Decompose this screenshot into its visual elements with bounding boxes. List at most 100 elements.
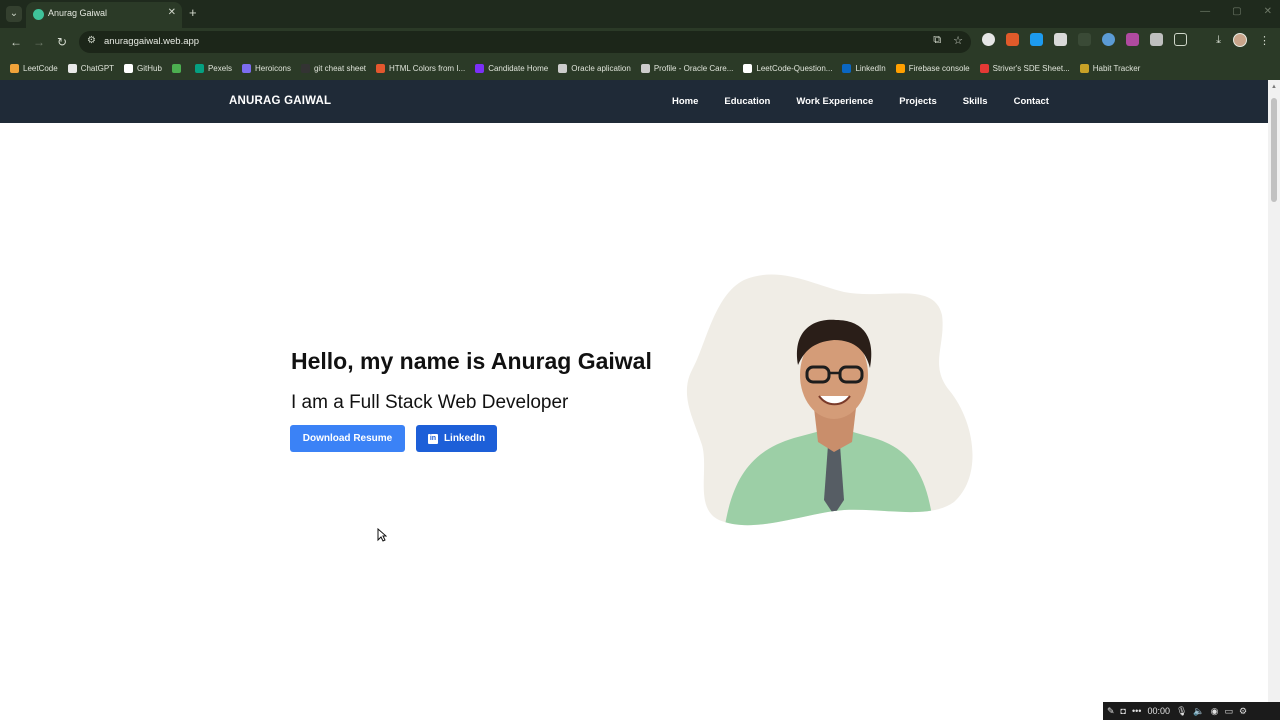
page-scrollbar[interactable]: ▲ <box>1268 80 1280 720</box>
bookmark-favicon-icon <box>376 63 386 73</box>
bookmark-label: GitHub <box>137 63 162 73</box>
settings-gear-icon[interactable]: ⚙ <box>1239 706 1247 717</box>
bookmark-item[interactable]: Pexels <box>194 63 232 73</box>
bookmark-label: LinkedIn <box>855 63 886 73</box>
bookmark-item[interactable]: Oracle aplication <box>558 63 631 73</box>
extension-1-icon[interactable] <box>982 33 995 46</box>
bookmark-item[interactable]: Striver's SDE Sheet... <box>979 63 1070 73</box>
site-info-icon[interactable]: ⚙ <box>87 35 96 46</box>
bookmark-favicon-icon <box>300 63 310 73</box>
install-app-icon[interactable]: ⧉ <box>933 34 941 47</box>
nav-skills[interactable]: Skills <box>963 96 988 107</box>
scroll-up-arrow-icon[interactable]: ▲ <box>1271 84 1277 90</box>
bookmark-item[interactable]: GitHub <box>124 63 162 73</box>
browser-chrome: ⌄ Anurag Gaiwal ✕ + — ▢ ✕ ← → ↻ ⚙ anurag… <box>0 0 1280 80</box>
bookmark-item[interactable]: Firebase console <box>895 63 970 73</box>
minimize-icon[interactable]: — <box>1200 6 1210 17</box>
bookmark-label: LeetCode-Question... <box>756 63 833 73</box>
url-text: anuraggaiwal.web.app <box>104 36 200 47</box>
bookmark-label: LeetCode <box>23 63 58 73</box>
profile-photo <box>686 274 973 526</box>
recorder-time: 00:00 <box>1147 706 1170 716</box>
bookmark-label: Profile - Oracle Care... <box>653 63 734 73</box>
hero-subtitle: I am a Full Stack Web Developer <box>291 392 569 413</box>
site-brand[interactable]: ANURAG GAIWAL <box>229 95 331 107</box>
extensions-puzzle-icon[interactable] <box>1174 33 1187 46</box>
reload-icon[interactable]: ↻ <box>57 35 67 49</box>
bookmark-favicon-icon <box>842 63 852 73</box>
extension-6-icon[interactable] <box>1102 33 1115 46</box>
download-icon[interactable]: ⤓ <box>1216 34 1221 47</box>
browser-tab-active[interactable]: Anurag Gaiwal ✕ <box>26 2 182 28</box>
bookmark-item[interactable]: Habit Tracker <box>1079 63 1140 73</box>
nav-work-experience[interactable]: Work Experience <box>796 96 873 107</box>
scrollbar-thumb[interactable] <box>1271 98 1277 202</box>
extension-5-icon[interactable] <box>1078 33 1091 46</box>
linkedin-icon: in <box>427 433 438 444</box>
maximize-icon[interactable]: ▢ <box>1232 6 1241 17</box>
speaker-icon[interactable]: 🔈 <box>1193 706 1204 717</box>
bookmark-label: HTML Colors from I... <box>389 63 466 73</box>
bookmark-item[interactable]: Heroicons <box>241 63 291 73</box>
bookmark-favicon-icon <box>558 63 568 73</box>
extension-3-icon[interactable] <box>1030 33 1043 46</box>
bookmark-item[interactable]: LeetCode-Question... <box>743 63 833 73</box>
bookmarks-bar: LeetCode ChatGPT GitHub Pexels Heroicons git … <box>0 57 1280 79</box>
bookmark-label: Striver's SDE Sheet... <box>992 63 1070 73</box>
back-icon[interactable]: ← <box>10 35 22 49</box>
new-tab-button[interactable]: + <box>189 6 197 20</box>
browser-right-tools: ⤓ ⋮ <box>1216 33 1270 47</box>
nav-home[interactable]: Home <box>672 96 698 107</box>
bookmark-label: Oracle aplication <box>571 63 631 73</box>
bookmark-item[interactable]: LinkedIn <box>842 63 886 73</box>
window-icon[interactable]: ▭ <box>1224 706 1233 717</box>
download-resume-button[interactable]: Download Resume <box>290 425 405 452</box>
camera-icon[interactable]: ◘ <box>1121 706 1126 716</box>
nav-education[interactable]: Education <box>724 96 770 107</box>
close-window-icon[interactable]: ✕ <box>1264 6 1272 17</box>
bookmark-label: Candidate Home <box>488 63 549 73</box>
site-navbar: ANURAG GAIWAL Home Education Work Experi… <box>0 80 1268 123</box>
bookmark-item[interactable]: ChatGPT <box>67 63 115 73</box>
forward-icon[interactable]: → <box>33 35 45 49</box>
profile-avatar[interactable] <box>1233 33 1247 47</box>
extension-7-icon[interactable] <box>1126 33 1139 46</box>
bookmark-item[interactable]: HTML Colors from I... <box>376 63 466 73</box>
bookmark-favicon-icon <box>1079 63 1089 73</box>
bookmark-item[interactable]: Profile - Oracle Care... <box>640 63 734 73</box>
pen-icon[interactable]: ✎ <box>1107 706 1115 717</box>
microphone-icon[interactable]: 🎙 <box>1176 706 1187 717</box>
linkedin-label: LinkedIn <box>443 433 486 444</box>
hero-title: Hello, my name is Anurag Gaiwal <box>291 348 652 374</box>
bookmark-favicon-icon <box>241 63 251 73</box>
bookmark-favicon-icon <box>10 63 19 73</box>
bookmark-item[interactable]: LeetCode <box>10 63 58 73</box>
bookmark-label: ChatGPT <box>80 63 115 73</box>
tab-strip: ⌄ Anurag Gaiwal ✕ + — ▢ ✕ <box>0 0 1280 28</box>
screen-recorder-bar: ✎ ◘ ••• 00:00 🎙 🔈 ◉ ▭ ⚙ <box>1103 702 1280 720</box>
bookmark-item[interactable]: git cheat sheet <box>300 63 366 73</box>
address-bar[interactable]: ⚙ anuraggaiwal.web.app ⧉ ☆ <box>79 31 971 53</box>
close-tab-icon[interactable]: ✕ <box>168 7 176 18</box>
nav-projects[interactable]: Projects <box>899 96 937 107</box>
recording-dots-icon: ••• <box>1131 706 1142 716</box>
bookmark-item[interactable] <box>171 63 185 73</box>
linkedin-button[interactable]: in LinkedIn <box>416 425 497 452</box>
webcam-icon[interactable]: ◉ <box>1211 706 1219 717</box>
nav-contact[interactable]: Contact <box>1014 96 1049 107</box>
bookmark-favicon-icon <box>895 63 905 73</box>
bookmark-favicon-icon <box>475 63 485 73</box>
bookmark-item[interactable]: Candidate Home <box>475 63 549 73</box>
bookmark-star-icon[interactable]: ☆ <box>953 34 963 47</box>
extension-4-icon[interactable] <box>1054 33 1067 46</box>
tab-search-icon[interactable]: ⌄ <box>6 6 22 22</box>
download-resume-label: Download Resume <box>302 433 393 444</box>
extensions-area <box>982 33 1187 46</box>
bookmark-favicon-icon <box>979 63 989 73</box>
extension-8-icon[interactable] <box>1150 33 1163 46</box>
mouse-cursor-icon <box>377 528 387 542</box>
bookmark-label: Heroicons <box>254 63 291 73</box>
extension-2-icon[interactable] <box>1006 33 1019 46</box>
browser-menu-icon[interactable]: ⋮ <box>1259 34 1270 47</box>
bookmark-favicon-icon <box>67 63 77 73</box>
